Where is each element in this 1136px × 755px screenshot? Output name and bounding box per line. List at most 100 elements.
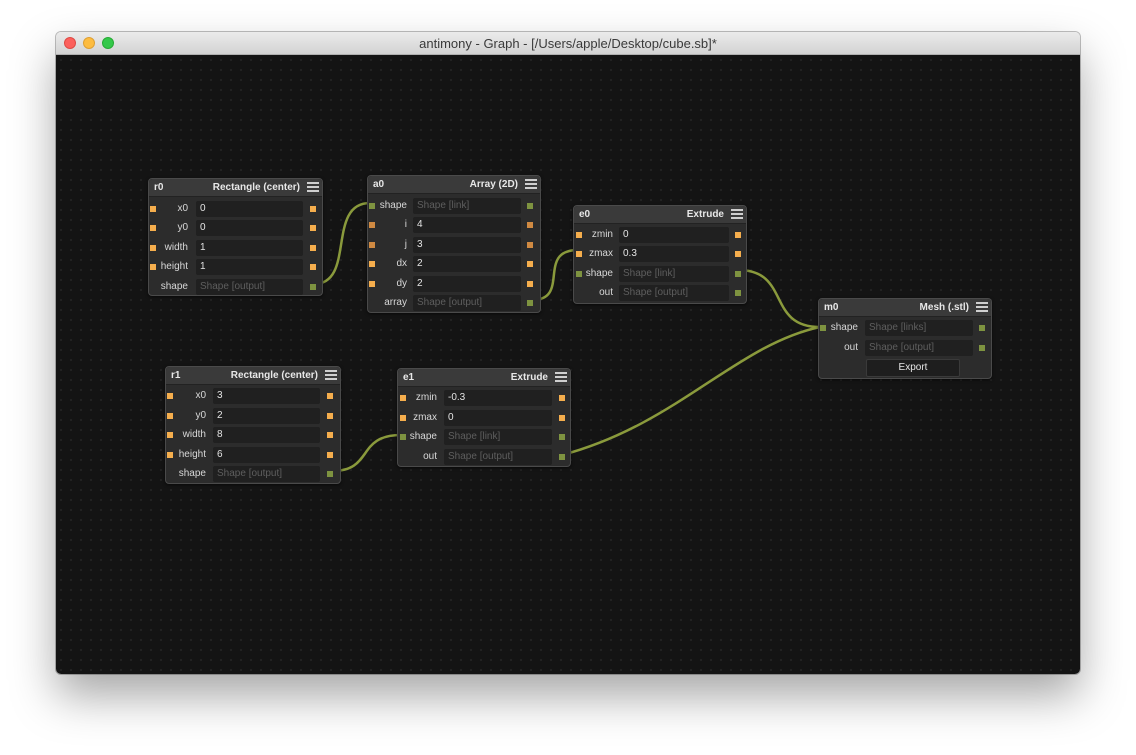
input-port[interactable] <box>369 242 375 248</box>
param-row: shape Shape [link] <box>398 428 570 446</box>
hamburger-menu-icon[interactable] <box>307 182 319 193</box>
node-r0[interactable]: r0 Rectangle (center) x0 0 y0 0 width 1 <box>148 178 323 296</box>
param-value-field[interactable]: 2 <box>213 408 320 424</box>
output-port[interactable] <box>979 345 985 351</box>
hamburger-menu-icon[interactable] <box>525 179 537 190</box>
output-port[interactable] <box>527 222 533 228</box>
node-e1[interactable]: e1 Extrude zmin -0.3 zmax 0 shape Shape … <box>397 368 571 467</box>
input-port[interactable] <box>167 432 173 438</box>
input-port[interactable] <box>369 203 375 209</box>
export-button[interactable]: Export <box>866 359 960 377</box>
param-label: out <box>423 451 437 462</box>
input-port[interactable] <box>150 245 156 251</box>
output-port[interactable] <box>735 290 741 296</box>
input-port[interactable] <box>150 225 156 231</box>
input-port[interactable] <box>400 415 406 421</box>
graph-canvas[interactable]: r0 Rectangle (center) x0 0 y0 0 width 1 <box>56 55 1080 674</box>
wire-e1-out-to-m0-shape[interactable] <box>561 325 821 457</box>
input-port[interactable] <box>576 251 582 257</box>
input-port[interactable] <box>400 395 406 401</box>
param-value-field[interactable]: 3 <box>213 388 320 404</box>
output-port[interactable] <box>559 415 565 421</box>
param-label: zmin <box>415 392 437 403</box>
output-port[interactable] <box>559 434 565 440</box>
input-port[interactable] <box>167 393 173 399</box>
output-port[interactable] <box>327 393 333 399</box>
output-port[interactable] <box>979 325 985 331</box>
node-e0[interactable]: e0 Extrude zmin 0 zmax 0.3 shape Shape [… <box>573 205 747 304</box>
param-label: y0 <box>177 222 188 233</box>
hamburger-menu-icon[interactable] <box>555 372 567 383</box>
output-port[interactable] <box>327 432 333 438</box>
input-port[interactable] <box>167 452 173 458</box>
param-value-field[interactable]: -0.3 <box>444 390 552 406</box>
output-port[interactable] <box>735 251 741 257</box>
output-port[interactable] <box>310 206 316 212</box>
node-type: Rectangle (center) <box>230 370 318 381</box>
wire-r1-shape-to-e1-shape[interactable] <box>331 433 402 473</box>
param-value-field[interactable]: 0 <box>619 227 729 243</box>
node-m0[interactable]: m0 Mesh (.stl) shape Shape [links] out S… <box>818 298 992 379</box>
output-port[interactable] <box>310 284 316 290</box>
output-port[interactable] <box>310 225 316 231</box>
output-port[interactable] <box>735 232 741 238</box>
input-port[interactable] <box>400 434 406 440</box>
output-port[interactable] <box>527 300 533 306</box>
param-value-field[interactable]: 8 <box>213 427 320 443</box>
param-value-field: Shape [link] <box>444 429 552 445</box>
param-label: height <box>160 261 188 272</box>
param-row: y0 2 <box>166 407 340 425</box>
input-port[interactable] <box>576 232 582 238</box>
param-value-field[interactable]: 0 <box>196 220 303 236</box>
wire-e0-out-to-m0-shape[interactable] <box>737 268 821 329</box>
output-port[interactable] <box>310 264 316 270</box>
output-port[interactable] <box>327 413 333 419</box>
node-r1[interactable]: r1 Rectangle (center) x0 3 y0 2 width 8 <box>165 366 341 484</box>
param-value-field[interactable]: 3 <box>413 237 521 253</box>
input-port[interactable] <box>167 413 173 419</box>
input-port[interactable] <box>576 271 582 277</box>
output-port[interactable] <box>527 242 533 248</box>
param-row: out Shape [output] <box>574 284 746 302</box>
output-port[interactable] <box>310 245 316 251</box>
output-port[interactable] <box>559 454 565 460</box>
output-port[interactable] <box>527 281 533 287</box>
param-value-field[interactable]: 0 <box>196 201 303 217</box>
output-port[interactable] <box>735 271 741 277</box>
param-row: y0 0 <box>149 219 322 237</box>
output-port[interactable] <box>327 452 333 458</box>
param-value-field[interactable]: 0.3 <box>619 246 729 262</box>
node-header[interactable]: e1 Extrude <box>398 369 570 387</box>
param-value-field: Shape [output] <box>444 449 552 465</box>
param-row: zmin 0 <box>574 226 746 244</box>
input-port[interactable] <box>369 261 375 267</box>
output-port[interactable] <box>559 395 565 401</box>
output-port[interactable] <box>527 261 533 267</box>
node-header[interactable]: a0 Array (2D) <box>368 176 540 194</box>
param-row: out Shape [output] <box>398 448 570 466</box>
param-value-field[interactable]: 1 <box>196 240 303 256</box>
param-value-field[interactable]: 2 <box>413 256 521 272</box>
hamburger-menu-icon[interactable] <box>976 302 988 313</box>
input-port[interactable] <box>820 325 826 331</box>
param-value-field[interactable]: 4 <box>413 217 521 233</box>
param-label: array <box>384 297 407 308</box>
param-value-field[interactable]: 2 <box>413 276 521 292</box>
input-port[interactable] <box>150 264 156 270</box>
param-value-field[interactable]: 1 <box>196 259 303 275</box>
output-port[interactable] <box>327 471 333 477</box>
title-bar[interactable]: antimony - Graph - [/Users/apple/Desktop… <box>56 32 1080 55</box>
input-port[interactable] <box>369 222 375 228</box>
param-value-field[interactable]: 0 <box>444 410 552 426</box>
input-port[interactable] <box>369 281 375 287</box>
hamburger-menu-icon[interactable] <box>731 209 743 220</box>
node-header[interactable]: r1 Rectangle (center) <box>166 367 340 385</box>
node-a0[interactable]: a0 Array (2D) shape Shape [link] i 4 j 3 <box>367 175 541 313</box>
hamburger-menu-icon[interactable] <box>325 370 337 381</box>
input-port[interactable] <box>150 206 156 212</box>
node-header[interactable]: m0 Mesh (.stl) <box>819 299 991 317</box>
node-header[interactable]: e0 Extrude <box>574 206 746 224</box>
node-header[interactable]: r0 Rectangle (center) <box>149 179 322 197</box>
output-port[interactable] <box>527 203 533 209</box>
param-value-field[interactable]: 6 <box>213 447 320 463</box>
